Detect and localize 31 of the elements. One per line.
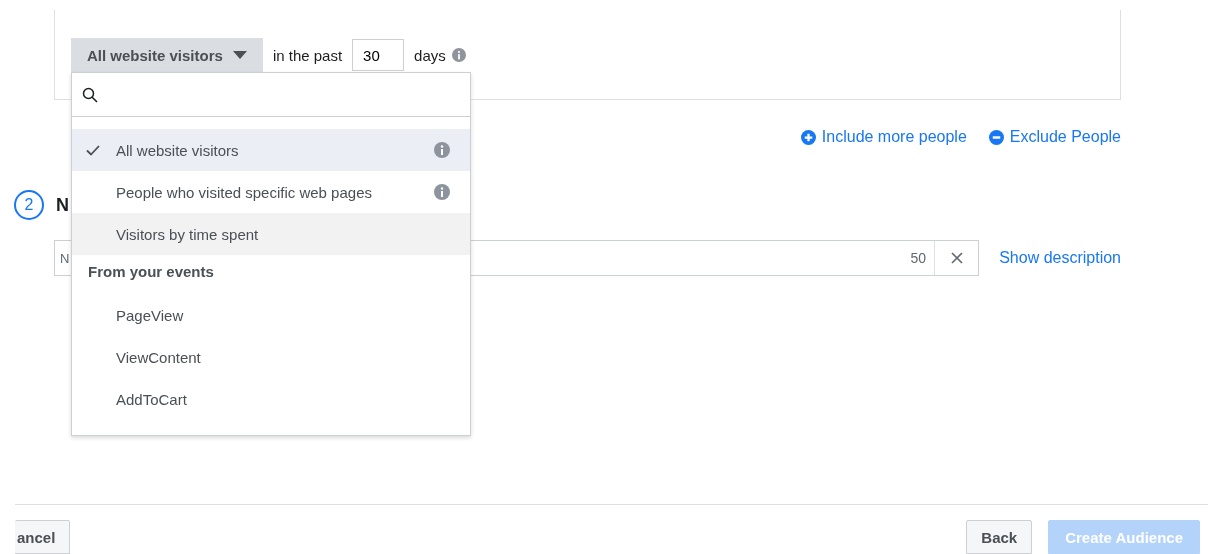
menu-option[interactable]: All website visitors (72, 129, 470, 171)
option-label: ViewContent (116, 348, 202, 366)
menu-option[interactable]: PageView (72, 294, 470, 336)
menu-option[interactable]: People who visited specific web pages (72, 171, 470, 213)
option-label: PageView (116, 306, 185, 324)
include-people-link[interactable]: Include more people (800, 128, 967, 146)
search-icon (82, 86, 98, 103)
back-button[interactable]: Back (966, 520, 1033, 554)
menu-option[interactable]: ViewContent (72, 336, 470, 378)
option-label: AddToCart (116, 390, 188, 408)
info-icon (451, 48, 466, 62)
days-field[interactable]: 30 (352, 39, 405, 71)
days-label: days (414, 46, 446, 64)
plus-circle-icon (800, 129, 816, 145)
checkmark-icon (86, 144, 100, 156)
option-label: All website visitors (116, 141, 240, 159)
character-counter: 50 (910, 250, 928, 266)
close-icon (950, 252, 963, 264)
section-heading: N (56, 194, 69, 216)
exclude-people-link[interactable]: Exclude People (988, 128, 1121, 146)
step-number: 2 (14, 190, 44, 220)
audience-dropdown[interactable]: All website visitors (71, 38, 263, 72)
menu-option[interactable]: AddToCart (72, 378, 470, 420)
cancel-button[interactable]: ancel (15, 520, 71, 554)
caret-icon (232, 51, 247, 59)
past-label: in the past (272, 46, 343, 64)
menu-option[interactable]: Visitors by time spent (72, 213, 470, 255)
option-label: People who visited specific web pages (116, 183, 373, 201)
option-label: Visitors by time spent (116, 225, 260, 243)
show-description-link[interactable]: Show description (999, 249, 1121, 267)
minus-circle-icon (988, 129, 1004, 145)
